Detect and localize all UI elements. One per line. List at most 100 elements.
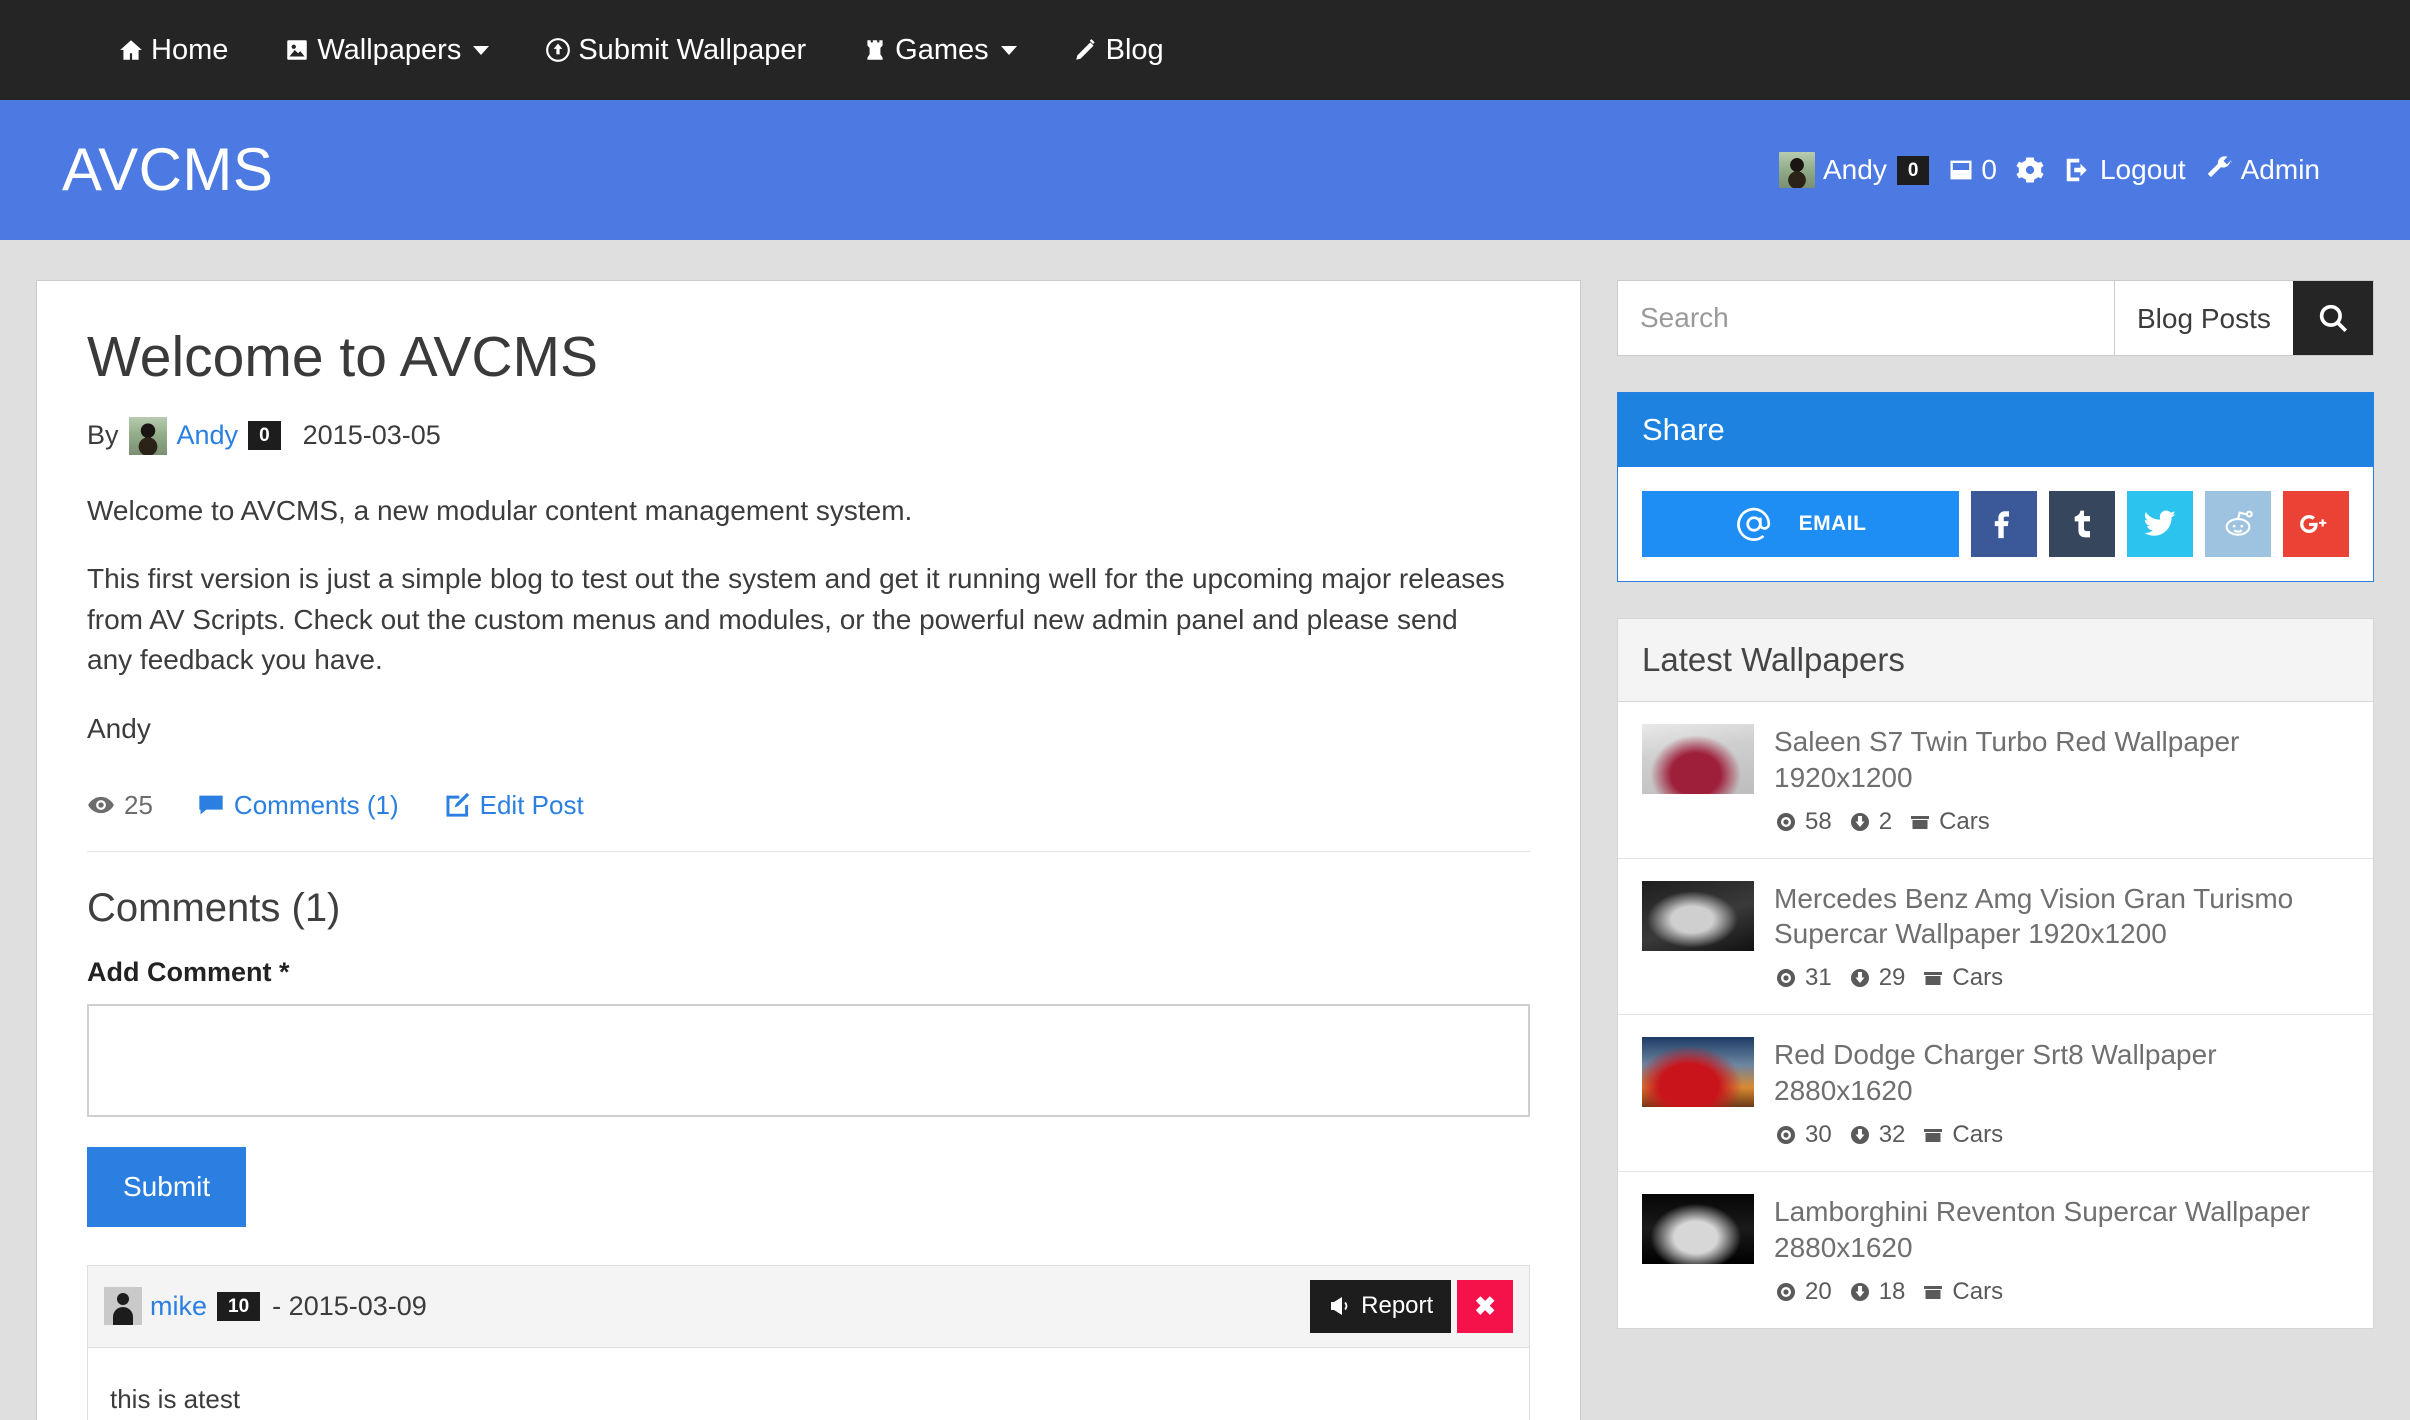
avatar <box>1779 152 1815 188</box>
page-container: Welcome to AVCMS By Andy 0 2015-03-05 We… <box>36 280 2374 1420</box>
delete-comment-button[interactable]: ✖ <box>1457 1279 1513 1333</box>
wallpaper-thumbnail <box>1642 1193 1754 1264</box>
comment-textarea[interactable] <box>87 1003 1530 1117</box>
wallpaper-downloads-count: 29 <box>1878 964 1906 992</box>
wallpaper-category-label: Cars <box>1952 964 2004 992</box>
comment-icon <box>197 791 225 819</box>
wallpaper-downloads: 32 <box>1848 1121 1905 1149</box>
wallpaper-thumbnail <box>1642 880 1754 951</box>
search-scope-select[interactable]: Blog Posts <box>2114 281 2293 355</box>
share-googleplus-button[interactable] <box>2283 491 2349 557</box>
post-comments-label: Comments (1) <box>233 789 399 820</box>
inbox-count: 0 <box>1981 154 1997 185</box>
inbox-link[interactable]: 0 <box>1947 154 1997 186</box>
wallpaper-downloads: 29 <box>1848 964 1906 992</box>
inbox-icon <box>1947 156 1975 184</box>
nav-item-label: Blog <box>1105 34 1164 66</box>
post-paragraph: Welcome to AVCMS, a new modular content … <box>87 494 913 526</box>
upload-circle-icon <box>545 37 571 63</box>
logout-link[interactable]: Logout <box>2063 154 2186 186</box>
post-paragraph: Andy <box>87 712 151 744</box>
nav-item-wallpapers[interactable]: Wallpapers <box>256 0 517 100</box>
nav-item-submit-wallpaper[interactable]: Submit Wallpaper <box>517 0 834 100</box>
nav-item-blog[interactable]: Blog <box>1045 0 1192 100</box>
search-button[interactable] <box>2293 281 2373 355</box>
download-icon <box>1848 810 1872 834</box>
wallpaper-category: Cars <box>1921 964 2003 992</box>
search-icon <box>2316 301 2350 335</box>
wallpaper-list-item[interactable]: Red Dodge Charger Srt8 Wallpaper 2880x16… <box>1618 1015 2373 1172</box>
eye-icon <box>1774 1123 1798 1147</box>
post-comments-link[interactable]: Comments (1) <box>197 790 399 821</box>
comment-header: mike 10 - 2015-03-09 Report ✖ <box>88 1265 1529 1348</box>
logout-icon <box>2063 155 2093 185</box>
share-reddit-button[interactable] <box>2205 491 2271 557</box>
wallpaper-thumbnail <box>1642 724 1754 794</box>
wallpaper-views: 20 <box>1774 1278 1832 1306</box>
comments-heading: Comments (1) <box>87 885 341 930</box>
wallpaper-info: Saleen S7 Twin Turbo Red Wallpaper 1920x… <box>1774 724 2349 836</box>
eye-icon <box>1774 966 1798 990</box>
share-facebook-button[interactable] <box>1971 491 2037 557</box>
wallpaper-info: Red Dodge Charger Srt8 Wallpaper 2880x16… <box>1774 1037 2349 1149</box>
admin-link[interactable]: Admin <box>2204 154 2320 186</box>
wallpaper-list-item[interactable]: Mercedes Benz Amg Vision Gran Turismo Su… <box>1618 859 2373 1016</box>
avatar <box>128 416 167 455</box>
wallpaper-views: 58 <box>1774 808 1832 836</box>
share-panel: Share EMAIL <box>1617 392 2374 582</box>
wallpaper-views-count: 20 <box>1805 1277 1832 1305</box>
comment-author-link[interactable]: mike <box>150 1291 207 1322</box>
report-comment-button[interactable]: Report <box>1310 1279 1452 1333</box>
download-icon <box>1848 966 1872 990</box>
wallpaper-title: Saleen S7 Twin Turbo Red Wallpaper 1920x… <box>1774 726 2240 793</box>
avatar <box>104 1287 142 1326</box>
wallpaper-title: Red Dodge Charger Srt8 Wallpaper 2880x16… <box>1774 1039 2217 1107</box>
comment-date: - 2015-03-09 <box>272 1290 427 1321</box>
wallpaper-list-item[interactable]: Lamborghini Reventon Supercar Wallpaper … <box>1618 1172 2373 1328</box>
user-points-badge: 0 <box>1896 155 1930 185</box>
wallpaper-title: Lamborghini Reventon Supercar Wallpaper … <box>1774 1195 2310 1263</box>
settings-link[interactable] <box>2015 155 2045 185</box>
post-body: Welcome to AVCMS, a new modular content … <box>87 491 1530 750</box>
post-meta-row: 25 Comments (1) Edit Post <box>87 778 1530 852</box>
edit-post-link[interactable]: Edit Post <box>443 790 584 821</box>
page-title: Welcome to AVCMS <box>87 325 599 389</box>
wallpaper-downloads-count: 2 <box>1878 807 1893 835</box>
chess-rook-icon <box>862 37 888 63</box>
edit-icon <box>443 791 471 819</box>
submit-comment-button[interactable]: Submit <box>87 1146 247 1227</box>
nav-item-games[interactable]: Games <box>834 0 1044 100</box>
latest-wallpapers-panel: Latest Wallpapers Saleen S7 Twin Turbo R… <box>1617 618 2374 1329</box>
home-icon <box>118 37 144 63</box>
user-profile-link[interactable]: Andy 0 <box>1779 152 1930 188</box>
comment-item: mike 10 - 2015-03-09 Report ✖ this is at… <box>87 1264 1530 1420</box>
search-bar: Blog Posts <box>1617 280 2374 356</box>
reddit-icon <box>2221 507 2255 541</box>
post-author-link[interactable]: Andy <box>177 420 239 451</box>
share-tumblr-button[interactable] <box>2049 491 2115 557</box>
chevron-down-icon <box>1000 45 1017 55</box>
comment-text: this is atest <box>110 1383 241 1414</box>
username-label: Andy <box>1823 154 1887 185</box>
google-plus-icon <box>2298 506 2334 542</box>
latest-wallpapers-heading: Latest Wallpapers <box>1618 619 2373 702</box>
site-logo[interactable]: AVCMS <box>62 140 273 200</box>
main-content: Welcome to AVCMS By Andy 0 2015-03-05 We… <box>36 280 1581 1420</box>
nav-item-home[interactable]: Home <box>90 0 256 100</box>
post-views-count: 25 <box>124 789 153 820</box>
nav-item-label: Home <box>151 34 229 66</box>
search-input[interactable] <box>1618 281 2114 355</box>
image-icon <box>284 37 310 63</box>
download-icon <box>1848 1280 1872 1304</box>
post-date: 2015-03-05 <box>302 420 441 451</box>
post-paragraph: This first version is just a simple blog… <box>87 563 1505 676</box>
post-byline: By Andy 0 2015-03-05 <box>87 416 1530 455</box>
site-header: AVCMS Andy 0 0 Logout Admin <box>0 100 2410 240</box>
post-views: 25 <box>87 790 153 821</box>
wallpaper-stats: 58 2 Cars <box>1774 808 2349 836</box>
wallpaper-category: Cars <box>1908 808 1990 836</box>
share-twitter-button[interactable] <box>2127 491 2193 557</box>
wallpaper-list-item[interactable]: Saleen S7 Twin Turbo Red Wallpaper 1920x… <box>1618 702 2373 859</box>
share-email-button[interactable]: EMAIL <box>1642 491 1959 557</box>
report-label: Report <box>1361 1292 1434 1320</box>
